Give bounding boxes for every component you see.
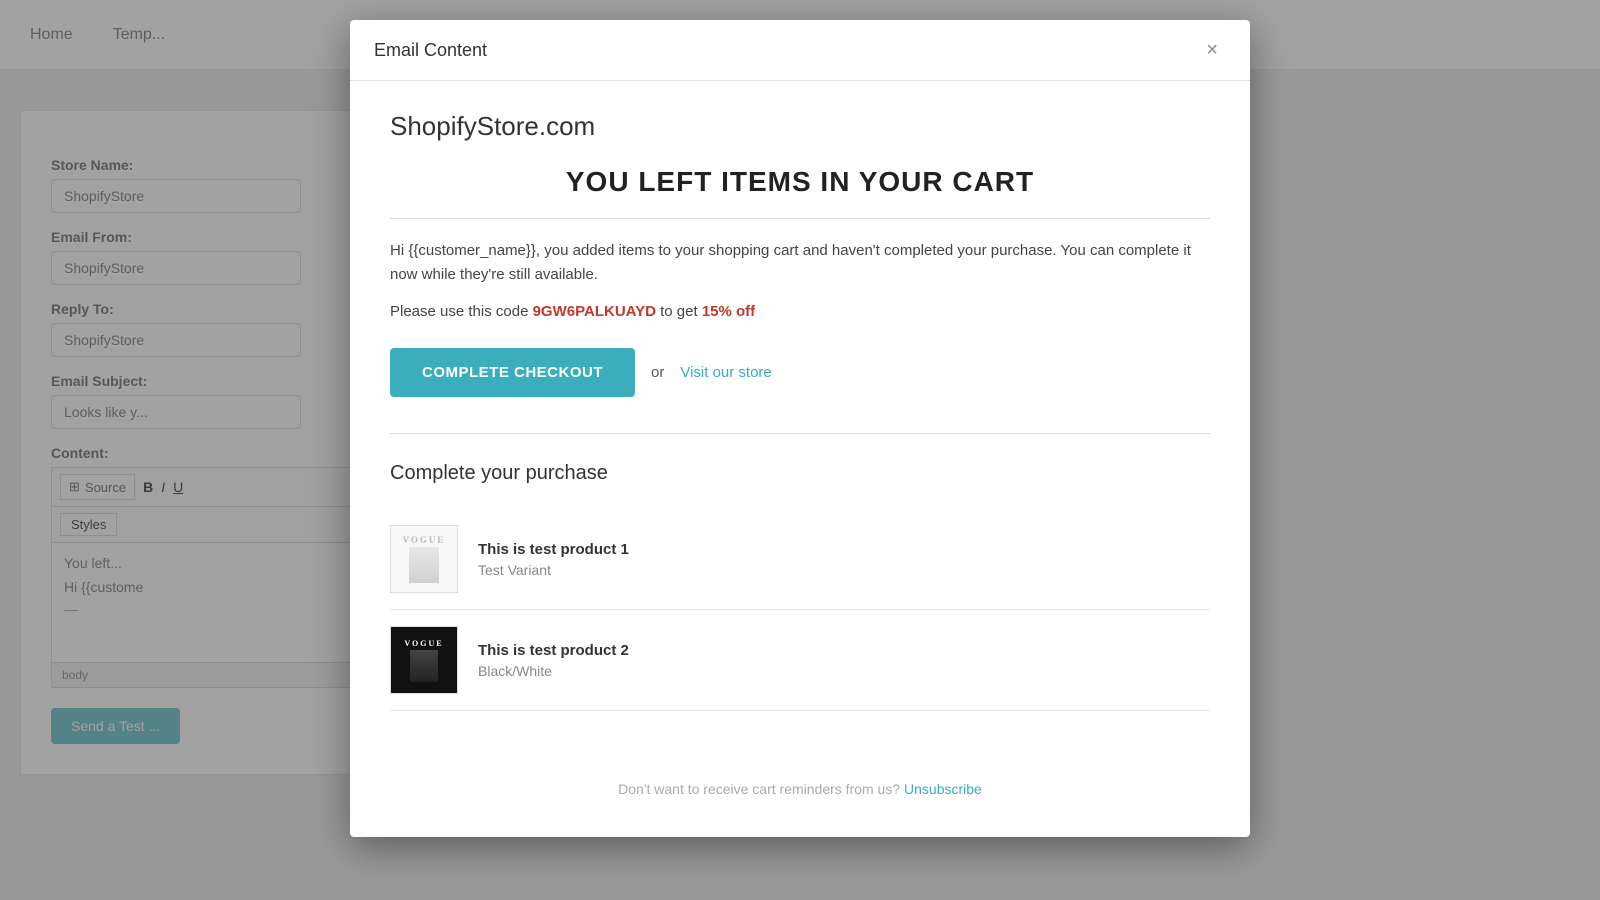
modal-close-button[interactable]: × xyxy=(1198,36,1226,64)
or-text: or xyxy=(651,364,664,381)
footer-text: Don't want to receive cart reminders fro… xyxy=(618,781,900,797)
section-divider xyxy=(390,433,1210,434)
email-intro: Hi {{customer_name}}, you added items to… xyxy=(390,239,1210,287)
product-info-1: This is test product 1 Test Variant xyxy=(478,541,1210,578)
vogue-label-1: VOGUE xyxy=(403,535,446,545)
email-actions: COMPLETE CHECKOUT or Visit our store xyxy=(390,348,1210,397)
unsubscribe-link[interactable]: Unsubscribe xyxy=(904,781,982,797)
modal-body: ShopifyStore.com YOU LEFT ITEMS IN YOUR … xyxy=(350,81,1250,837)
modal-title: Email Content xyxy=(374,40,487,61)
complete-checkout-button[interactable]: COMPLETE CHECKOUT xyxy=(390,348,635,397)
product-item-2: VOGUE This is test product 2 Black/White xyxy=(390,610,1210,711)
product-name-1: This is test product 1 xyxy=(478,541,1210,558)
product-list: VOGUE This is test product 1 Test Varian… xyxy=(390,509,1210,711)
product-variant-2: Black/White xyxy=(478,663,1210,679)
email-headline: YOU LEFT ITEMS IN YOUR CART xyxy=(390,166,1210,219)
email-coupon-line: Please use this code 9GW6PALKUAYD to get… xyxy=(390,303,1210,320)
modal-overlay[interactable]: Email Content × ShopifyStore.com YOU LEF… xyxy=(0,0,1600,900)
product-variant-1: Test Variant xyxy=(478,562,1210,578)
email-footer: Don't want to receive cart reminders fro… xyxy=(390,751,1210,797)
vogue-label-2: VOGUE xyxy=(404,639,443,648)
coupon-code: 9GW6PALKUAYD xyxy=(533,303,656,320)
discount-pct: 15% off xyxy=(702,303,755,320)
modal-header: Email Content × xyxy=(350,20,1250,81)
coupon-suffix: to get xyxy=(656,303,702,320)
coupon-prefix: Please use this code xyxy=(390,303,533,320)
product-info-2: This is test product 2 Black/White xyxy=(478,642,1210,679)
email-content-modal: Email Content × ShopifyStore.com YOU LEF… xyxy=(350,20,1250,837)
complete-purchase-title: Complete your purchase xyxy=(390,462,1210,485)
product-item-1: VOGUE This is test product 1 Test Varian… xyxy=(390,509,1210,610)
visit-store-link[interactable]: Visit our store xyxy=(680,364,771,381)
product-name-2: This is test product 2 xyxy=(478,642,1210,659)
email-store-name: ShopifyStore.com xyxy=(390,111,1210,142)
product-image-2: VOGUE xyxy=(390,626,458,694)
product-image-1: VOGUE xyxy=(390,525,458,593)
